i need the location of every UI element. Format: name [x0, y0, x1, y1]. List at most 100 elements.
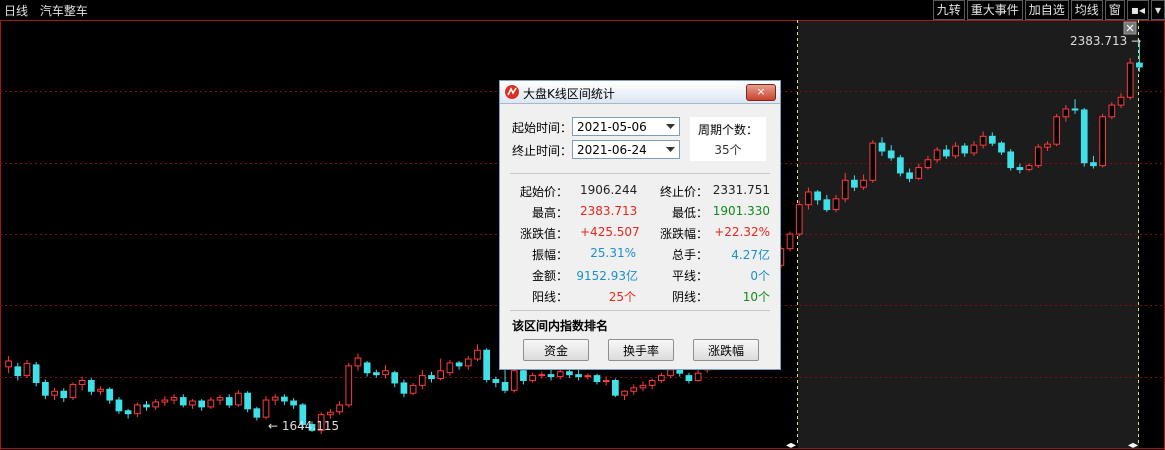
candle-body-down — [253, 408, 261, 418]
candle-body-down — [612, 380, 619, 396]
candle-body-up — [170, 397, 178, 401]
candle-body-down — [547, 374, 555, 378]
candle-body-up — [529, 375, 536, 382]
candle-body-down — [290, 400, 297, 406]
candle-body-up — [805, 191, 812, 206]
svg-text:◂▸: ◂▸ — [786, 440, 796, 450]
candle-body-up — [510, 370, 518, 391]
period-count-value: 35个 — [714, 143, 742, 157]
candle — [869, 140, 877, 183]
period-label[interactable]: 日线 — [4, 4, 28, 18]
candle — [1126, 58, 1134, 100]
candle-body-up — [1126, 62, 1134, 98]
candle — [897, 154, 904, 177]
candle-body-up — [970, 144, 978, 154]
candle-body-up — [409, 384, 417, 394]
candle-body-down — [1080, 109, 1088, 164]
candle-body-down — [575, 374, 582, 378]
range-start-handle[interactable]: ◂▸ — [786, 440, 796, 450]
end-date-select[interactable]: 2021-06-24 — [572, 140, 680, 159]
min-price-label: ← 1644.115 — [268, 419, 339, 433]
candle-body-up — [979, 135, 987, 146]
candle-body-down — [988, 135, 996, 144]
candle-body-down — [685, 375, 693, 382]
change-pct-button[interactable]: 涨跌幅 — [693, 339, 759, 361]
turnover-button[interactable]: 换手率 — [608, 339, 674, 361]
candle-body-down — [878, 142, 886, 152]
candle-body-up — [23, 362, 31, 377]
candle-body-down — [906, 172, 913, 179]
max-price-label: 2383.713 → — [1070, 34, 1141, 48]
candle-body-up — [933, 149, 941, 161]
funds-button[interactable]: 资金 — [523, 339, 589, 361]
candle-body-down — [1016, 167, 1024, 171]
candle — [786, 231, 794, 252]
candle-body-down — [851, 179, 858, 188]
candle-body-up — [952, 145, 959, 157]
candle-body-up — [336, 404, 343, 413]
chevron-down-icon — [666, 124, 675, 129]
period-count-label: 周期个数： — [697, 123, 758, 137]
candle-body-down — [1136, 62, 1143, 68]
candle-body-up — [621, 390, 628, 396]
candle-body-up — [630, 387, 638, 392]
down-count-label: 阴线： — [671, 290, 708, 304]
candle-body-down — [244, 392, 251, 410]
candle-body-down — [566, 371, 573, 376]
candle — [612, 378, 619, 398]
range-end-handle[interactable]: ◂▸ — [1128, 440, 1138, 450]
candle-body-up — [1025, 165, 1033, 171]
candle-body-down — [455, 362, 463, 367]
candle-body-up — [345, 365, 353, 406]
dropdown-icon[interactable]: ▾ — [1150, 0, 1165, 20]
candle-body-down — [483, 349, 491, 381]
candle-body-down — [1090, 162, 1097, 167]
candle — [235, 390, 242, 407]
candle — [115, 397, 123, 414]
candle-body-up — [69, 383, 77, 399]
candle — [1034, 144, 1042, 169]
amount-label: 金额： — [531, 269, 568, 283]
collapse-icon[interactable]: ▪◂ — [1126, 0, 1149, 20]
add-watchlist-button[interactable]: 加自选 — [1024, 0, 1069, 20]
candle — [510, 367, 518, 393]
candle-body-up — [133, 404, 141, 415]
candle-body-up — [538, 374, 546, 377]
candle-body-down — [942, 149, 950, 157]
candle-body-up — [235, 392, 242, 406]
nine-turn-button[interactable]: 九转 — [932, 0, 965, 20]
moving-average-button[interactable]: 均线 — [1070, 0, 1103, 20]
candle-body-up — [418, 375, 426, 386]
selected-range-highlight — [798, 20, 1139, 448]
candle — [345, 362, 353, 408]
candle-body-down — [281, 396, 288, 402]
candle-body-up — [639, 384, 647, 389]
candle-body-up — [860, 179, 867, 188]
window-button[interactable]: 窗 — [1104, 0, 1125, 20]
range-close-icon[interactable] — [1123, 21, 1137, 35]
amplitude-label: 振幅： — [531, 248, 568, 262]
dialog-titlebar[interactable]: 大盘K线区间统计 × — [500, 81, 780, 104]
candle-body-down — [143, 404, 150, 408]
candle-body-up — [1034, 146, 1042, 167]
range-stats-dialog: 大盘K线区间统计 × 起始时间： 2021-05-06 终止时间： 2021-0… — [499, 80, 781, 370]
candle-body-up — [382, 370, 389, 376]
major-events-button[interactable]: 重大事件 — [966, 0, 1023, 20]
candle-body-up — [556, 371, 564, 378]
candle-body-down — [106, 388, 114, 401]
candle-body-up — [354, 357, 362, 367]
candle — [795, 200, 803, 237]
candle-body-down — [1071, 108, 1079, 111]
candle-body-up — [161, 399, 169, 403]
flat-count-label: 平线： — [671, 269, 708, 283]
candle-body-down — [32, 364, 40, 383]
close-icon[interactable]: × — [746, 84, 776, 101]
end-price-label: 终止价： — [659, 185, 708, 199]
start-date-select[interactable]: 2021-05-06 — [572, 117, 680, 136]
chart-title: 日线 汽车整车 — [4, 2, 96, 19]
low-value: 1901.330 — [712, 204, 770, 218]
candle-body-down — [998, 142, 1005, 153]
candle-body-down — [225, 397, 233, 406]
start-price-label: 起始价： — [519, 185, 568, 199]
candle-body-up — [869, 142, 877, 181]
